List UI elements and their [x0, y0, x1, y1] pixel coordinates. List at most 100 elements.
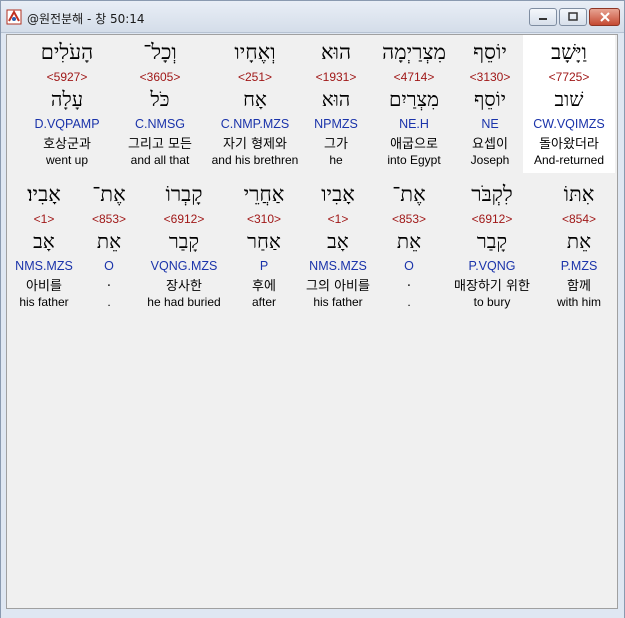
lemma-word: כֹּל [150, 87, 170, 111]
word-cell[interactable]: וְכָל־ <3605> כֹּל C.NMSG 그리고 모든 and all that [115, 35, 205, 173]
morphology-code: D.VQPAMP [34, 117, 100, 131]
korean-gloss: 그리고 모든 [128, 137, 192, 152]
strong-number[interactable]: <3130> [460, 70, 520, 84]
lemma-word: אָב [33, 229, 55, 253]
maximize-icon [560, 9, 586, 25]
english-gloss: to bury [473, 295, 511, 309]
english-gloss: his father [313, 295, 363, 309]
hebrew-word: הוּא [320, 40, 352, 64]
lemma-word: יוֹסֵף [473, 87, 507, 111]
morphology-code: NMS.MZS [15, 259, 73, 273]
morphology-code: O [404, 259, 414, 273]
close-button[interactable] [589, 8, 620, 26]
english-gloss: his father [19, 295, 69, 309]
title-bar[interactable]: @원전분해 - 창 50:14 [1, 1, 624, 33]
korean-gloss: 후에 [252, 279, 276, 294]
word-cell[interactable]: אָבִיו׃ <1> אָב NMS.MZS 아비를 his father [7, 177, 81, 315]
korean-gloss: . [406, 275, 412, 290]
window-title: @원전분해 - 창 50:14 [27, 12, 145, 26]
hebrew-word: וְאֶחָיו [234, 40, 276, 64]
word-cell[interactable]: אַחֲרֵי <310> אַחַר P 후에 after [233, 177, 295, 315]
korean-gloss: 호상군과 [43, 137, 91, 152]
korean-gloss: 돌아왔더라 [539, 137, 599, 152]
strong-number[interactable]: <3605> [115, 70, 205, 84]
morphology-code: C.NMSG [135, 117, 185, 131]
korean-gloss: 함께 [567, 279, 591, 294]
lemma-word: אָח [243, 87, 267, 111]
korean-gloss: 아비를 [26, 279, 62, 294]
word-cell[interactable]: הוּא <1931> הוּא NPMZS 그가 he [305, 35, 367, 173]
window-controls [529, 8, 620, 26]
lemma-word: עָלָה [50, 87, 84, 111]
word-cell[interactable]: מִצְרַיְמָה <4714> מִצְרַיִם NE.H 애굽으로 into E… [369, 35, 459, 173]
morphology-code: VQNG.MZS [150, 259, 218, 273]
hebrew-word: אַחֲרֵי [243, 182, 285, 206]
word-cell[interactable]: אֶת־ <853> אֵת O.. [83, 177, 135, 315]
korean-gloss: 장사한 [166, 279, 202, 294]
english-gloss: went up [45, 153, 89, 167]
app-window: @원전분해 - 창 50:14 וַיָּשָׁב <7725> שׁוב CW.VQ… [0, 0, 625, 618]
close-icon [590, 9, 619, 25]
korean-gloss: 매장하기 위한 [454, 279, 530, 294]
strong-number[interactable]: <1> [297, 212, 379, 226]
interlinear-view[interactable]: וַיָּשָׁב <7725> שׁוב CW.VQIMZS 돌아왔더라 And-ret… [6, 34, 618, 609]
hebrew-word: אֶת־ [92, 182, 126, 206]
strong-number[interactable]: <1931> [305, 70, 367, 84]
app-icon[interactable] [6, 9, 22, 25]
strong-number[interactable]: <5927> [21, 70, 113, 84]
english-gloss: and all that [130, 153, 190, 167]
word-cell[interactable]: אָבִיו <1> אָב NMS.MZS 그의 아비를 his father [297, 177, 379, 315]
strong-number[interactable]: <251> [207, 70, 303, 84]
english-gloss: with him [556, 295, 601, 309]
lemma-word: אַחַר [247, 229, 281, 253]
english-gloss: he had buried [147, 295, 221, 309]
hebrew-word: לִקְבֹּר [471, 182, 513, 206]
word-cell[interactable]: וְאֶחָיו <251> אָח C.NMP.MZS 자기 형제와 and his b… [207, 35, 303, 173]
word-cell[interactable]: יוֹסֵף <3130> יוֹסֵף NE 요셉이 Joseph [460, 35, 520, 173]
hebrew-word: מִצְרַיְמָה [382, 40, 446, 64]
hebrew-word: אִתּוֹ [563, 182, 595, 206]
strong-number[interactable]: <310> [233, 212, 295, 226]
minimize-button[interactable] [529, 8, 557, 26]
strong-number[interactable]: <854> [547, 212, 611, 226]
strong-number[interactable]: <853> [83, 212, 135, 226]
korean-gloss: 요셉이 [472, 137, 508, 152]
english-gloss: Joseph [470, 153, 510, 167]
english-gloss: after [251, 295, 276, 309]
hebrew-word: אֶת־ [392, 182, 426, 206]
word-cell[interactable]: לִקְבֹּר <6912> קָבַר P.VQNG 매장하기 위한 to bury [439, 177, 545, 315]
strong-number[interactable]: <6912> [137, 212, 231, 226]
morphology-code: C.NMP.MZS [220, 117, 290, 131]
lemma-word: קָבַר [476, 229, 508, 253]
korean-gloss: 자기 형제와 [223, 137, 287, 152]
morphology-code: NMS.MZS [309, 259, 367, 273]
strong-number[interactable]: <6912> [439, 212, 545, 226]
word-cell[interactable]: אֶת־ <853> אֵת O.. [381, 177, 437, 315]
morphology-code: NPMZS [314, 117, 358, 131]
verse-line: אִתּוֹ <854> אֵת P.MZS 함께 with him לִקְבֹּר <69… [7, 177, 617, 315]
strong-number[interactable]: <853> [381, 212, 437, 226]
strong-number[interactable]: <7725> [523, 70, 615, 84]
lemma-word: אֵת [566, 229, 592, 253]
hebrew-word: יוֹסֵף [473, 40, 507, 64]
morphology-code: NE [481, 117, 499, 131]
hebrew-word: קָבְרוֹ [165, 182, 203, 206]
english-gloss: . [107, 295, 111, 309]
hebrew-word: וְכָל־ [143, 40, 177, 64]
lemma-word: אֵת [396, 229, 422, 253]
strong-number[interactable]: <1> [7, 212, 81, 226]
morphology-code: P.VQNG [468, 259, 516, 273]
english-gloss: and his brethren [211, 153, 299, 167]
word-cell[interactable]: הָעֹלִים <5927> עָלָה D.VQPAMP 호상군과 went up [21, 35, 113, 173]
morphology-code: P [259, 259, 269, 273]
maximize-button[interactable] [559, 8, 587, 26]
word-cell[interactable]: אִתּוֹ <854> אֵת P.MZS 함께 with him [547, 177, 611, 315]
hebrew-word: וַיָּשָׁב [551, 40, 587, 64]
strong-number[interactable]: <4714> [369, 70, 459, 84]
word-cell[interactable]: קָבְרוֹ <6912> קָבַר VQNG.MZS 장사한 he had buri… [137, 177, 231, 315]
korean-gloss: 그가 [324, 137, 348, 152]
morphology-code: O [104, 259, 114, 273]
window-bottom-edge [1, 610, 624, 618]
word-cell[interactable]: וַיָּשָׁב <7725> שׁוב CW.VQIMZS 돌아왔더라 And-ret… [523, 35, 615, 173]
lemma-word: קָבַר [168, 229, 200, 253]
